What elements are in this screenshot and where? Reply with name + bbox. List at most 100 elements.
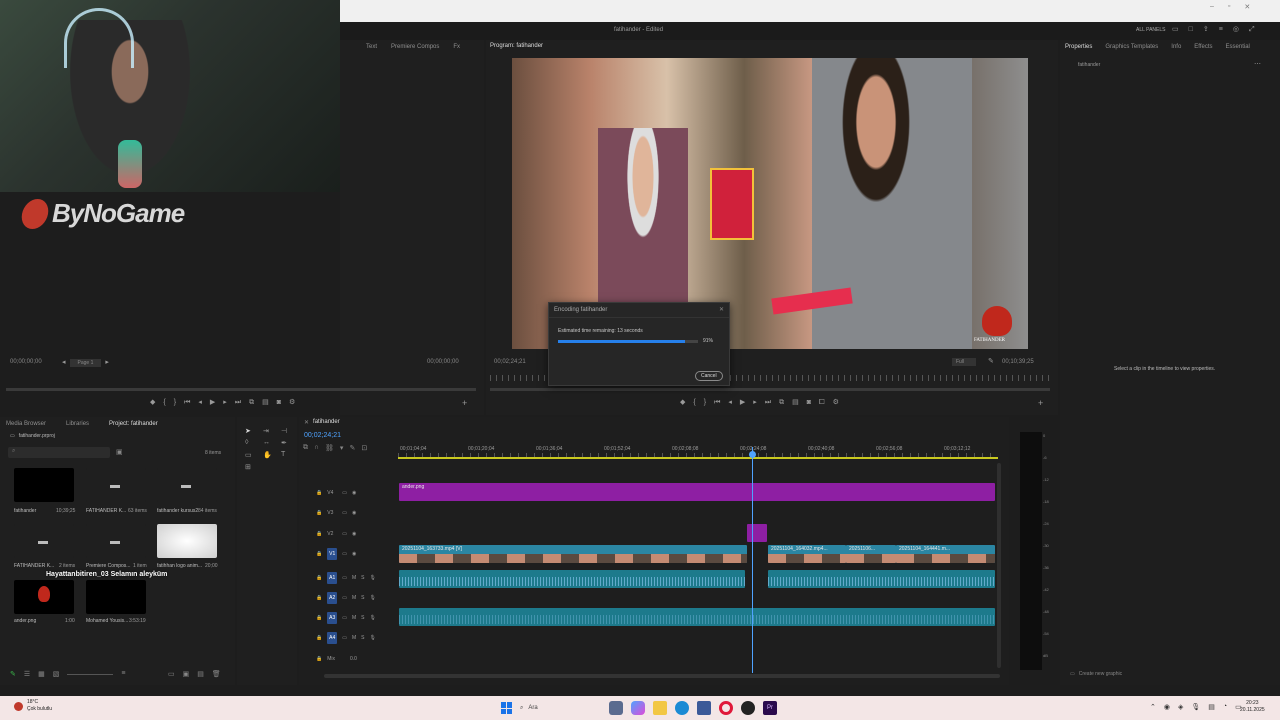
eye-icon[interactable]: ◉	[352, 551, 356, 557]
tab-info[interactable]: Info	[1171, 44, 1181, 50]
list-view-icon[interactable]: ☰	[24, 670, 30, 678]
video-clip[interactable]: 20251104_163733.mp4 [V]	[399, 545, 747, 563]
chrome-tray-icon[interactable]: ◉	[1164, 703, 1170, 711]
mute-icon[interactable]: M	[352, 595, 356, 601]
lock-icon[interactable]: 🔒	[316, 595, 322, 601]
playhead-handle[interactable]	[749, 451, 756, 458]
project-item-clip[interactable]	[157, 524, 217, 558]
icon-view-icon[interactable]: ▦	[38, 670, 45, 678]
lock-icon[interactable]: 🔒	[316, 635, 322, 641]
project-item-image[interactable]	[14, 580, 74, 614]
settings-icon[interactable]: ⚙	[833, 398, 839, 408]
expand-icon[interactable]: ⤢	[1249, 25, 1255, 35]
weather-widget[interactable]: 18°C Çok bulutlu	[14, 699, 52, 713]
go-to-out-icon[interactable]: ⏭	[235, 398, 241, 408]
file-explorer-icon[interactable]	[653, 701, 667, 715]
copilot-icon[interactable]	[631, 701, 645, 715]
chevron-up-icon[interactable]: ⌃	[1150, 703, 1156, 711]
obs-icon[interactable]	[741, 701, 755, 715]
play-icon[interactable]: ▶	[210, 398, 215, 408]
tab-graphics-templates[interactable]: Graphics Templates	[1105, 44, 1158, 50]
tab-fx[interactable]: Fx	[453, 44, 460, 50]
help-icon[interactable]: ◎	[1233, 25, 1239, 35]
type-tool-icon[interactable]: T	[281, 451, 295, 459]
project-item-sequence[interactable]	[14, 468, 74, 502]
timeline-tab[interactable]: ✕ fatihander	[304, 419, 340, 426]
track-header-v2[interactable]: 🔒 V2 ▭ ◉	[300, 524, 396, 544]
eye-icon[interactable]: ◉	[352, 490, 356, 496]
lock-icon[interactable]: 🔒	[316, 551, 322, 557]
timeline-vscroll[interactable]	[997, 463, 1001, 668]
sync-icon[interactable]: ▭	[342, 551, 347, 557]
track-header-a1[interactable]: 🔒 A1 ▭ M S 🎙	[300, 568, 396, 588]
project-item-bin[interactable]: ▬	[86, 524, 146, 558]
source-add-icon[interactable]: +	[462, 398, 467, 408]
tab-effects[interactable]: Effects	[1194, 44, 1212, 50]
track-header-a4[interactable]: 🔒 A4 ▭ M S 🎙	[300, 628, 396, 648]
mic-icon[interactable]: 🎙	[1191, 703, 1200, 711]
slip-tool-icon[interactable]: ↔	[263, 439, 277, 447]
tab-premiere-compos[interactable]: Premiere Compos	[391, 44, 439, 50]
marker-icon[interactable]: ◆	[150, 398, 155, 408]
tab-libraries[interactable]: Libraries	[66, 421, 89, 427]
sort-icon[interactable]: ≡	[121, 670, 125, 678]
new-folder-icon[interactable]: ▣	[183, 670, 190, 678]
out-point-icon[interactable]: }	[174, 398, 176, 408]
track-target[interactable]: A3	[327, 612, 338, 624]
shield-icon[interactable]: ◈	[1178, 703, 1183, 711]
captions-icon[interactable]: ⊡	[361, 444, 367, 452]
program-scrub-bar[interactable]	[490, 388, 1050, 391]
track-header-a2[interactable]: 🔒 A2 ▭ M S 🎙	[300, 588, 396, 608]
opera-icon[interactable]	[719, 701, 733, 715]
edge-icon[interactable]	[675, 701, 689, 715]
selection-tool-icon[interactable]: ➤	[245, 427, 259, 435]
close-icon[interactable]: ✕	[304, 419, 309, 426]
chevron-right-icon[interactable]: ▸	[105, 358, 109, 368]
mic-icon[interactable]: 🎙	[369, 575, 375, 581]
go-to-in-icon[interactable]: ⏮	[184, 398, 190, 408]
tab-essential[interactable]: Essential	[1226, 44, 1250, 50]
store-icon[interactable]	[697, 701, 711, 715]
quick-export-icon[interactable]: ▭	[1172, 25, 1179, 35]
share-icon[interactable]: ⇪	[1203, 25, 1209, 35]
sync-icon[interactable]: ▭	[342, 635, 347, 641]
page-dropdown[interactable]: Page 1	[69, 359, 102, 367]
insert-sequence-icon[interactable]: ⧉	[303, 444, 308, 452]
lock-icon[interactable]: 🔒	[316, 615, 322, 621]
linked-selection-icon[interactable]: ⛓	[325, 444, 334, 452]
program-fit-dropdown[interactable]: Full	[952, 358, 977, 366]
compare-icon[interactable]: ⧠	[819, 398, 825, 408]
rectangle-tool-icon[interactable]: ▭	[245, 451, 259, 459]
extract-icon[interactable]: ▤	[792, 398, 799, 408]
find-icon[interactable]: ▭	[168, 670, 175, 678]
workspace-icon[interactable]: ≡	[1219, 25, 1223, 35]
lock-icon[interactable]: 🔒	[316, 656, 322, 662]
in-point-icon[interactable]: {	[693, 398, 695, 408]
video-clip[interactable]: 20251104_164441.m...	[896, 545, 995, 563]
sync-icon[interactable]: ▭	[342, 531, 347, 537]
sync-icon[interactable]: ▭	[342, 595, 347, 601]
tab-text[interactable]: Text	[366, 44, 377, 50]
mute-icon[interactable]: M	[352, 575, 356, 581]
solo-icon[interactable]: S	[361, 615, 364, 621]
dialog-close-icon[interactable]: ✕	[719, 306, 724, 313]
pencil-icon[interactable]: ✎	[10, 670, 16, 678]
taskbar-search[interactable]: ⌕ Ara	[520, 701, 602, 715]
play-icon[interactable]: ▶	[740, 398, 745, 408]
audio-clip[interactable]	[768, 570, 995, 588]
create-graphic-button[interactable]: ▭ Create new graphic	[1070, 671, 1122, 677]
tab-properties[interactable]: Properties	[1065, 44, 1092, 50]
audio-clip[interactable]	[399, 608, 995, 626]
new-item-icon[interactable]: ▤	[197, 670, 204, 678]
all-panels-label[interactable]: ALL PANELS	[1136, 27, 1165, 33]
eye-icon[interactable]: ◉	[352, 531, 356, 537]
out-point-icon[interactable]: }	[704, 398, 706, 408]
lock-icon[interactable]: 🔒	[316, 510, 322, 516]
hand-tool-icon[interactable]: ✋	[263, 451, 277, 459]
new-bin-icon[interactable]: ▣	[116, 448, 123, 456]
trash-icon[interactable]: 🗑	[212, 670, 221, 678]
go-to-in-icon[interactable]: ⏮	[714, 398, 720, 408]
step-forward-icon[interactable]: ▸	[223, 398, 227, 408]
chevron-left-icon[interactable]: ◂	[62, 358, 66, 368]
lift-icon[interactable]: ⧉	[779, 398, 784, 408]
